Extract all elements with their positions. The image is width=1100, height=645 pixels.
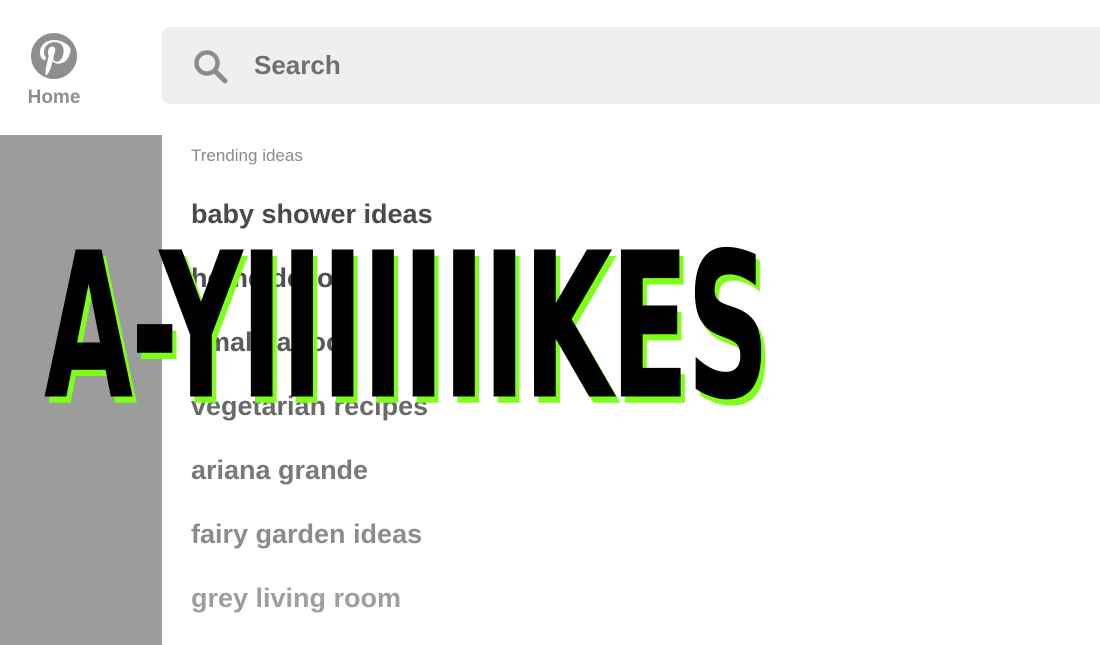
screenshot-stage: Home Trending ideas baby shower ideas ho… xyxy=(0,0,1100,645)
suggestion-item[interactable]: fairy garden ideas xyxy=(191,502,433,566)
search-bar[interactable] xyxy=(162,27,1100,104)
suggestion-item[interactable]: ariana grande xyxy=(191,438,433,502)
meme-caption-overlay: A-YIIIIIIIKES xyxy=(44,210,770,445)
home-nav[interactable]: Home xyxy=(0,0,110,135)
search-input[interactable] xyxy=(254,27,954,104)
suggestion-item[interactable]: grey living room xyxy=(191,566,433,630)
home-label[interactable]: Home xyxy=(20,87,88,109)
search-icon xyxy=(194,50,228,84)
trending-ideas-heading: Trending ideas xyxy=(191,146,303,165)
pinterest-logo-icon[interactable] xyxy=(30,32,78,80)
